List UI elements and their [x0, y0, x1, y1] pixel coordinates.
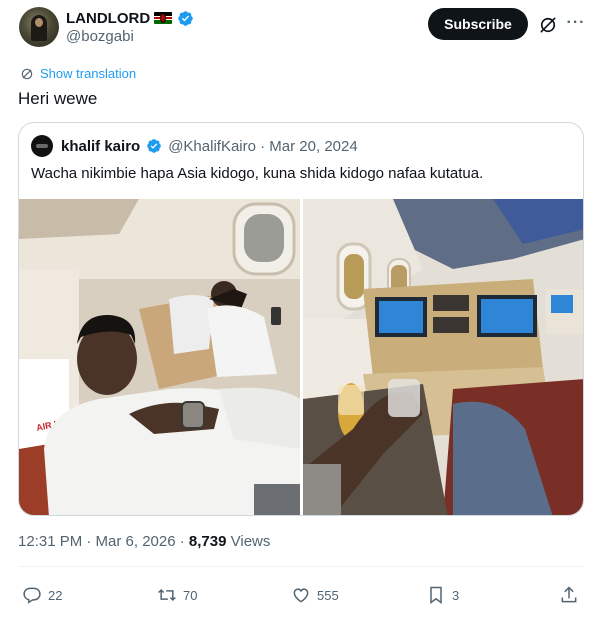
- quoted-tweet-text: Wacha nikimbie hapa Asia kidogo, kuna sh…: [31, 165, 484, 182]
- divider: [18, 566, 584, 567]
- quoted-author-avatar: [31, 135, 53, 157]
- like-count: 555: [317, 587, 339, 603]
- quoted-tweet-meta: @KhalifKairo · Mar 20, 2024: [168, 137, 358, 155]
- verified-badge-icon: [178, 10, 193, 26]
- author-handle[interactable]: @bozgabi: [66, 28, 194, 45]
- time-date-label[interactable]: 12:31 PM · Mar 6, 2026 ·: [18, 533, 189, 550]
- author-display-name[interactable]: LANDLORD: [66, 10, 150, 27]
- share-icon: [561, 586, 577, 603]
- verified-badge-icon: [147, 139, 162, 153]
- heart-icon: [293, 588, 309, 603]
- photo-business-class-cabin[interactable]: [303, 199, 583, 515]
- views-count: 8,739: [188, 533, 227, 550]
- author-avatar[interactable]: [19, 7, 59, 47]
- bookmark-button[interactable]: 3: [426, 583, 459, 607]
- kenya-flag-icon: [154, 12, 173, 24]
- reply-icon: [23, 587, 41, 604]
- tweet-text: Heri wewe: [18, 89, 98, 108]
- bookmark-count: 3: [452, 587, 460, 603]
- photo-selfie-cabin[interactable]: AIR INDIA: [19, 199, 300, 515]
- subscribe-button[interactable]: Subscribe: [428, 8, 528, 40]
- repost-icon: [158, 588, 176, 602]
- tweet-timestamp: 12:31 PM · Mar 6, 2026 · 8,739 Views: [18, 533, 270, 550]
- show-translation-link[interactable]: Show translation: [20, 66, 136, 81]
- reply-button[interactable]: 22: [22, 583, 62, 607]
- reply-count: 22: [48, 587, 63, 603]
- repost-button[interactable]: 70: [157, 583, 197, 607]
- translate-icon: [21, 68, 33, 79]
- bookmark-icon: [430, 586, 442, 604]
- quoted-author-name: khalif kairo: [61, 137, 141, 155]
- more-options-icon[interactable]: ···: [565, 12, 587, 34]
- tweet-actions: 22 70 555 3: [18, 583, 584, 607]
- grok-icon[interactable]: [538, 15, 558, 35]
- views-label: Views: [226, 533, 271, 550]
- quoted-tweet-header: khalif kairo @KhalifKairo · Mar 20, 2024: [31, 135, 358, 157]
- show-translation-label: Show translation: [40, 66, 137, 81]
- tweet-header: LANDLORD @bozgabi Subscribe ···: [16, 6, 595, 50]
- share-button[interactable]: [559, 583, 579, 607]
- quoted-tweet[interactable]: khalif kairo @KhalifKairo · Mar 20, 2024…: [18, 122, 584, 516]
- like-button[interactable]: 555: [291, 583, 339, 607]
- author-names: LANDLORD @bozgabi: [66, 8, 194, 45]
- repost-count: 70: [183, 587, 198, 603]
- quoted-tweet-photos: AIR INDIA: [19, 199, 583, 515]
